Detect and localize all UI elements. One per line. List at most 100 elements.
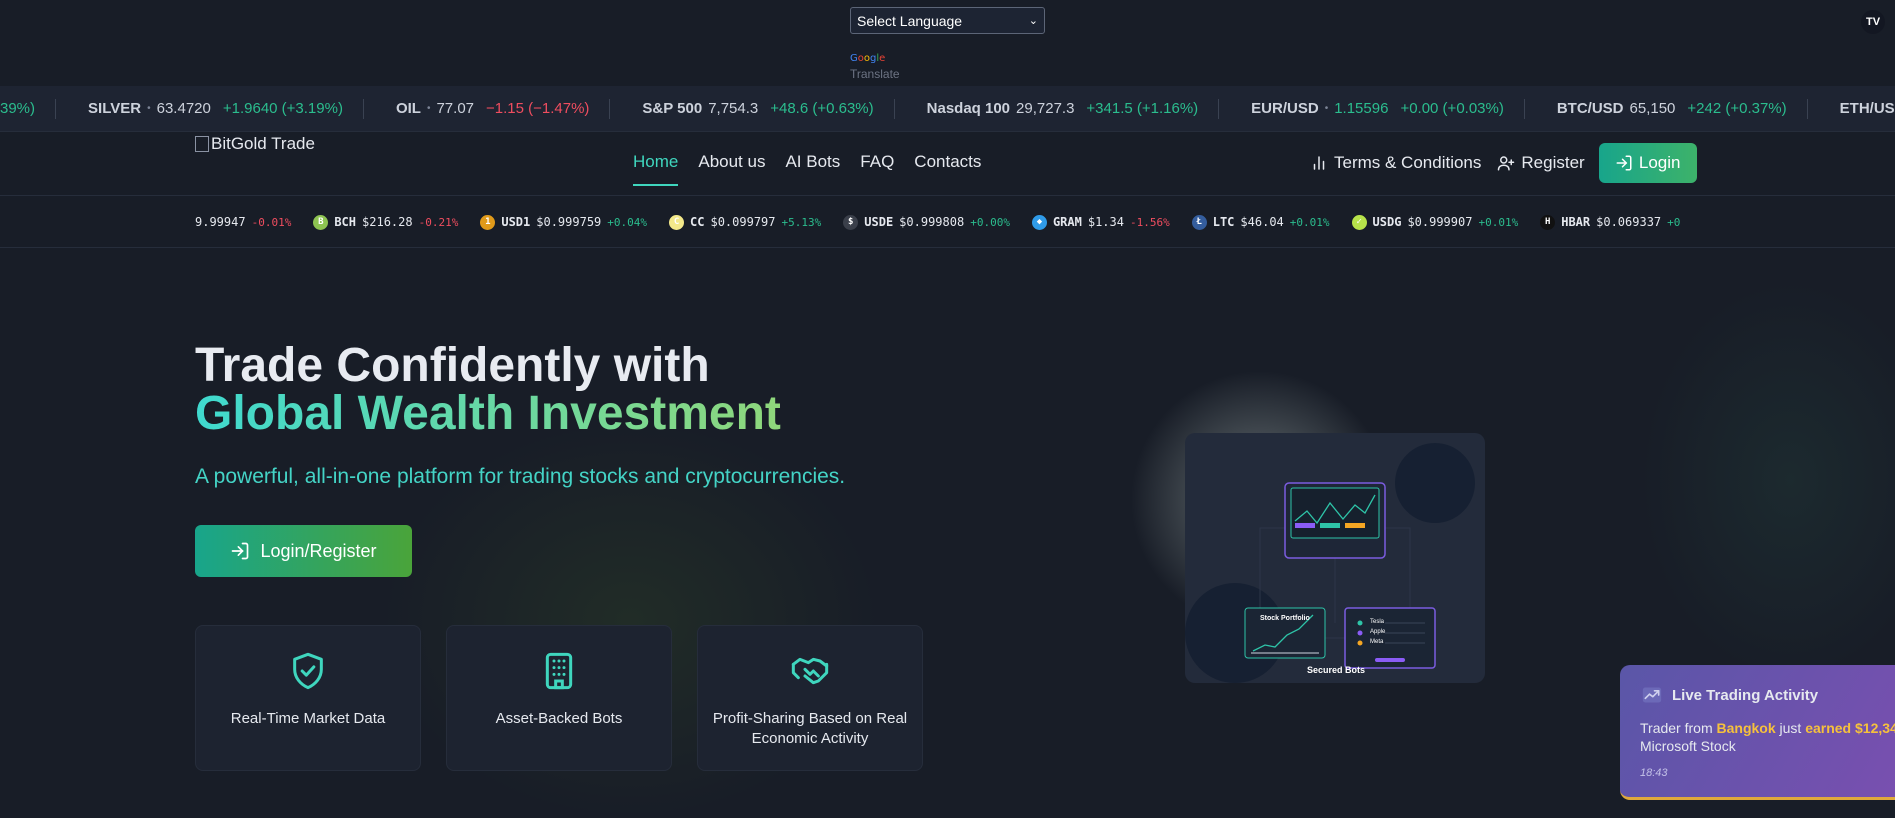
market-ticker-item[interactable]: EUR/USD • 1.15596 +0.00 (+0.03%)	[1218, 98, 1524, 119]
ticker-change: +341.5 (+1.16%)	[1086, 100, 1199, 117]
language-select-label: Select Language	[857, 12, 963, 29]
ticker-change: +242 (+0.37%)	[1687, 100, 1787, 117]
ticker-price: 29,727.3	[1016, 100, 1075, 117]
ticker-change: 39%)	[0, 100, 36, 117]
terms-link[interactable]: Terms & Conditions	[1310, 153, 1481, 173]
ticker-change: +0.00 (+0.03%)	[1400, 100, 1504, 117]
terms-label: Terms & Conditions	[1334, 153, 1482, 172]
market-ticker-item[interactable]: SILVER • 63.4720 +1.9640 (+3.19%)	[55, 98, 363, 119]
market-ticker-item[interactable]: ETH/USD1,9	[1806, 98, 1895, 119]
ticker-symbol: EUR/USD	[1251, 100, 1319, 117]
market-ticker-item[interactable]: OIL • 77.07 −1.15 (−1.47%)	[362, 98, 609, 119]
coin-symbol: USDG	[1372, 215, 1402, 229]
login-button[interactable]: Login	[1598, 143, 1697, 183]
crypto-ticker-item[interactable]: $ USDE $0.999808 +0.00%	[843, 214, 1010, 230]
coin-price: 9.99947	[195, 215, 246, 229]
coin-symbol: USDE	[864, 215, 894, 229]
ticker-change: +48.6 (+0.63%)	[770, 100, 874, 117]
coin-icon: B	[313, 214, 329, 230]
coin-change: +0.00%	[970, 215, 1010, 229]
crypto-ticker-item[interactable]: B BCH $216.28 -0.21%	[313, 214, 459, 230]
crypto-ticker[interactable]: 9.99947 -0.01% B BCH $216.28 -0.21% 1 USD1 $0.99…	[195, 197, 1700, 247]
nav-link-contacts[interactable]: Contacts	[914, 152, 981, 186]
hero-illustration: Stock Portfolio Tesla Apple Meta Secured…	[1185, 433, 1485, 683]
coin-price: $0.999759	[536, 215, 602, 229]
hero-subtitle: A powerful, all-in-one platform for trad…	[195, 465, 846, 488]
hero-glow-right	[1640, 280, 1895, 680]
bots-illustration	[1185, 443, 1475, 683]
coin-price: $0.999808	[899, 215, 965, 229]
register-link[interactable]: Register	[1497, 153, 1585, 173]
message-prefix: Trader from	[1640, 720, 1713, 736]
ticker-symbol: Nasdaq 100	[926, 100, 1011, 117]
nav-link-about[interactable]: About us	[698, 152, 765, 186]
illustration-list-item: Apple	[1370, 629, 1386, 635]
coin-symbol: HBAR	[1561, 215, 1591, 229]
crypto-ticker-item[interactable]: Ł LTC $46.04 +0.01%	[1191, 214, 1330, 230]
coin-price: $0.099797	[710, 215, 776, 229]
building-icon	[545, 652, 573, 690]
register-label: Register	[1521, 153, 1585, 172]
coin-price: $1.34	[1087, 215, 1124, 229]
nav-link-home[interactable]: Home	[633, 152, 679, 186]
nav-link-faq[interactable]: FAQ	[860, 152, 894, 186]
coin-icon: H	[1540, 214, 1556, 230]
coin-price: $0.999907	[1407, 215, 1473, 229]
crypto-ticker-item[interactable]: ✓ USDG $0.999907 +0.01%	[1351, 214, 1519, 230]
crypto-ticker-item[interactable]: C CC $0.099797 +5.13%	[669, 214, 821, 230]
feature-card: Profit-Sharing Based on Real Economic Ac…	[697, 625, 923, 771]
ticker-symbol: BTC/USD	[1556, 100, 1624, 117]
coin-change: +0.01%	[1289, 215, 1330, 229]
ticker-price: 63.4720	[156, 100, 211, 117]
coin-symbol: BCH	[334, 215, 357, 229]
coin-change: -0.01%	[251, 215, 292, 229]
translate-bar: Select Language ⌄ Google Translate	[0, 0, 1895, 86]
market-ticker[interactable]: 39%) SILVER • 63.4720 +1.9640 (+3.19%) OIL • 77…	[0, 86, 1895, 132]
ticker-price: 65,150	[1629, 100, 1676, 117]
login-icon	[1616, 155, 1632, 171]
login-register-button[interactable]: Login/Register	[195, 525, 412, 577]
nav-link-ai-bots[interactable]: AI Bots	[785, 152, 840, 186]
market-ticker-item[interactable]: Nasdaq 100 29,727.3 +341.5 (+1.16%)	[893, 98, 1219, 119]
coin-price: $46.04	[1240, 215, 1284, 229]
translate-label: Translate	[850, 67, 900, 81]
live-trading-time: 18:43	[1640, 767, 1668, 779]
trending-up-icon	[1642, 687, 1662, 703]
coin-change: -0.21%	[418, 215, 459, 229]
market-ticker-item[interactable]: BTC/USD 65,150 +242 (+0.37%)	[1523, 98, 1807, 119]
live-trading-toast[interactable]: Live Trading Activity Trader from Bangko…	[1620, 665, 1895, 800]
crypto-ticker-item[interactable]: 9.99947 -0.01%	[195, 215, 291, 229]
ticker-symbol: OIL	[395, 100, 421, 117]
login-register-label: Login/Register	[260, 540, 377, 561]
coin-change: -1.56%	[1129, 215, 1170, 229]
live-trading-message: Trader from Bangkok just earned $12,346 …	[1640, 719, 1895, 755]
market-ticker-item[interactable]: S&P 500 7,754.3 +48.6 (+0.63%)	[609, 98, 893, 119]
ticker-price: 77.07	[436, 100, 475, 117]
language-select[interactable]: Select Language ⌄	[850, 7, 1045, 34]
message-mid: just	[1779, 720, 1802, 736]
crypto-ticker-item[interactable]: ◆ GRAM $1.34 -1.56%	[1031, 214, 1170, 230]
coin-icon: C	[669, 214, 685, 230]
feature-card: Asset-Backed Bots	[446, 625, 672, 771]
illustration-portfolio-label: Stock Portfolio	[1260, 615, 1310, 622]
illustration-list-item: Meta	[1370, 639, 1384, 645]
site-logo[interactable]: BitGold Trade	[195, 134, 315, 154]
market-ticker-item[interactable]: 39%)	[0, 99, 55, 119]
tradingview-logo-icon[interactable]: TV	[1861, 10, 1885, 34]
crypto-ticker-item[interactable]: 1 USD1 $0.999759 +0.04%	[480, 214, 647, 230]
feature-text: Real-Time Market Data	[230, 710, 386, 727]
ticker-symbol: ETH/USD	[1839, 100, 1895, 117]
ticker-symbol: S&P 500	[642, 100, 703, 117]
coin-change: +0.01%	[1478, 215, 1519, 229]
feature-cards: Real-Time Market Data Asset-Backed Bots …	[195, 625, 923, 771]
hero-title-line2: Global Wealth Investment	[195, 387, 781, 440]
coin-symbol: LTC	[1212, 215, 1235, 229]
coin-icon: ◆	[1031, 214, 1047, 230]
coin-price: $0.069337	[1596, 215, 1662, 229]
coin-icon: $	[843, 214, 859, 230]
ticker-price: 1.15596	[1334, 100, 1389, 117]
crypto-ticker-item[interactable]: H HBAR $0.069337 +0	[1540, 214, 1680, 230]
coin-symbol: CC	[690, 215, 705, 229]
shield-check-icon	[293, 652, 323, 690]
live-trading-title: Live Trading Activity	[1672, 686, 1819, 704]
